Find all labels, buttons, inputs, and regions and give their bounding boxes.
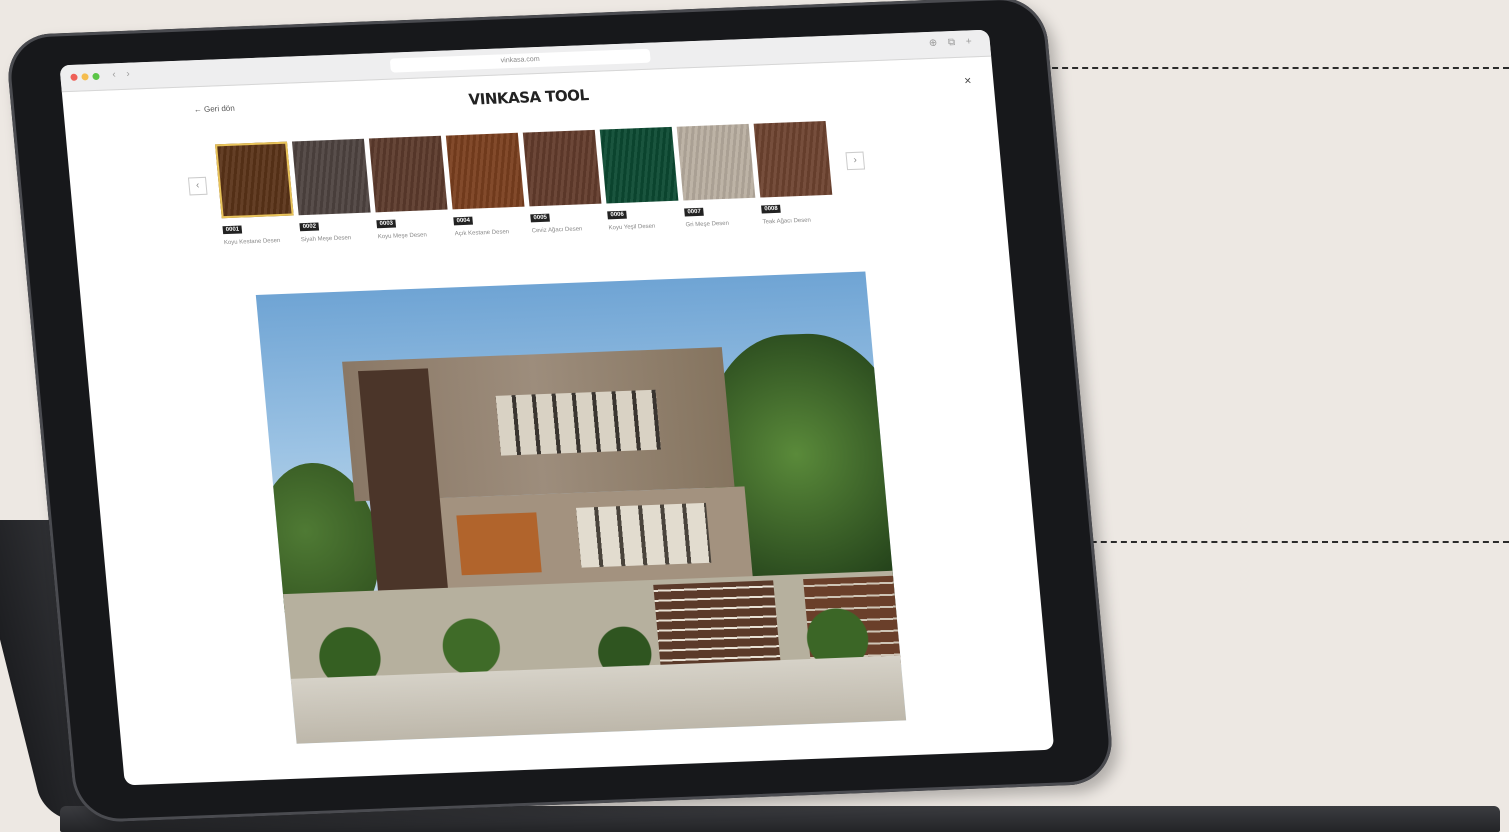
back-nav-button[interactable]: ‹ — [112, 69, 116, 80]
color-swatch[interactable]: 0007 Gri Meşe Desen — [676, 123, 758, 230]
color-swatch-carousel: 0001 Koyu Kestane Desen 0002 Siyah Meşe Des… — [215, 120, 835, 248]
swatch-name: Açık Kestane Desen — [454, 229, 510, 238]
swatch-code: 0006 — [607, 210, 628, 220]
close-icon[interactable]: × — [964, 73, 972, 87]
swatch-name: Koyu Yeşil Desen — [608, 223, 656, 232]
color-swatch[interactable]: 0008 Teak Ağacı Desen — [753, 120, 835, 227]
swatch-chip[interactable] — [676, 123, 756, 201]
swatch-chip[interactable] — [522, 129, 602, 207]
swatch-name: Koyu Meşe Desen — [377, 232, 428, 241]
color-swatch[interactable]: 0001 Koyu Kestane Desen — [215, 141, 296, 248]
window-controls — [70, 72, 100, 81]
tablet-device: ‹ › vinkasa.com ⊕ ⧉ + ← Geri dön VINKASA… — [4, 0, 1136, 824]
swatch-name: Teak Ağacı Desen — [762, 217, 812, 226]
tab-actions-icons[interactable]: ⊕ ⧉ + — [928, 36, 976, 49]
swatch-chip[interactable] — [753, 120, 833, 198]
tablet-screen: ‹ › vinkasa.com ⊕ ⧉ + ← Geri dön VINKASA… — [59, 29, 1055, 786]
wood-panel — [456, 512, 542, 576]
maximize-window-button[interactable] — [92, 72, 100, 81]
carousel-next-button[interactable]: › — [845, 151, 866, 171]
address-bar[interactable]: vinkasa.com — [389, 48, 651, 73]
forward-nav-button[interactable]: › — [126, 69, 130, 80]
color-swatch[interactable]: 0004 Açık Kestane Desen — [445, 132, 527, 239]
swatch-name: Ceviz Ağacı Desen — [531, 226, 583, 235]
swatch-code: 0004 — [453, 216, 474, 226]
color-swatch[interactable]: 0005 Ceviz Ağacı Desen — [522, 129, 604, 236]
swatch-code: 0001 — [222, 225, 243, 235]
swatch-code: 0003 — [376, 219, 397, 229]
swatch-name: Siyah Meşe Desen — [300, 235, 352, 244]
swatch-chip[interactable] — [599, 126, 679, 204]
swatch-code: 0005 — [530, 213, 551, 223]
lower-windows — [575, 502, 712, 568]
swatch-code: 0002 — [299, 222, 320, 232]
upper-windows — [495, 389, 661, 456]
color-swatch[interactable]: 0006 Koyu Yeşil Desen — [599, 126, 681, 233]
annotation-line-top — [1012, 67, 1509, 69]
swatch-code: 0008 — [761, 204, 782, 214]
color-swatch[interactable]: 0003 Koyu Meşe Desen — [368, 135, 450, 242]
swatch-chip[interactable] — [215, 141, 294, 219]
swatch-name: Koyu Kestane Desen — [223, 238, 281, 247]
house-preview-image — [255, 271, 907, 744]
swatch-chip[interactable] — [445, 132, 525, 210]
close-window-button[interactable] — [70, 73, 78, 81]
tablet-bezel: ‹ › vinkasa.com ⊕ ⧉ + ← Geri dön VINKASA… — [4, 0, 1116, 824]
swatch-chip[interactable] — [368, 135, 448, 213]
color-swatch[interactable]: 0002 Siyah Meşe Desen — [291, 138, 373, 245]
swatch-name: Gri Meşe Desen — [685, 220, 730, 229]
swatch-chip[interactable] — [291, 138, 371, 216]
minimize-window-button[interactable] — [81, 73, 89, 81]
page-content: ← Geri dön VINKASA TOOL × ‹ › 0001 Koyu K… — [62, 57, 1054, 786]
carousel-prev-button[interactable]: ‹ — [187, 176, 208, 196]
swatch-code: 0007 — [684, 207, 705, 217]
